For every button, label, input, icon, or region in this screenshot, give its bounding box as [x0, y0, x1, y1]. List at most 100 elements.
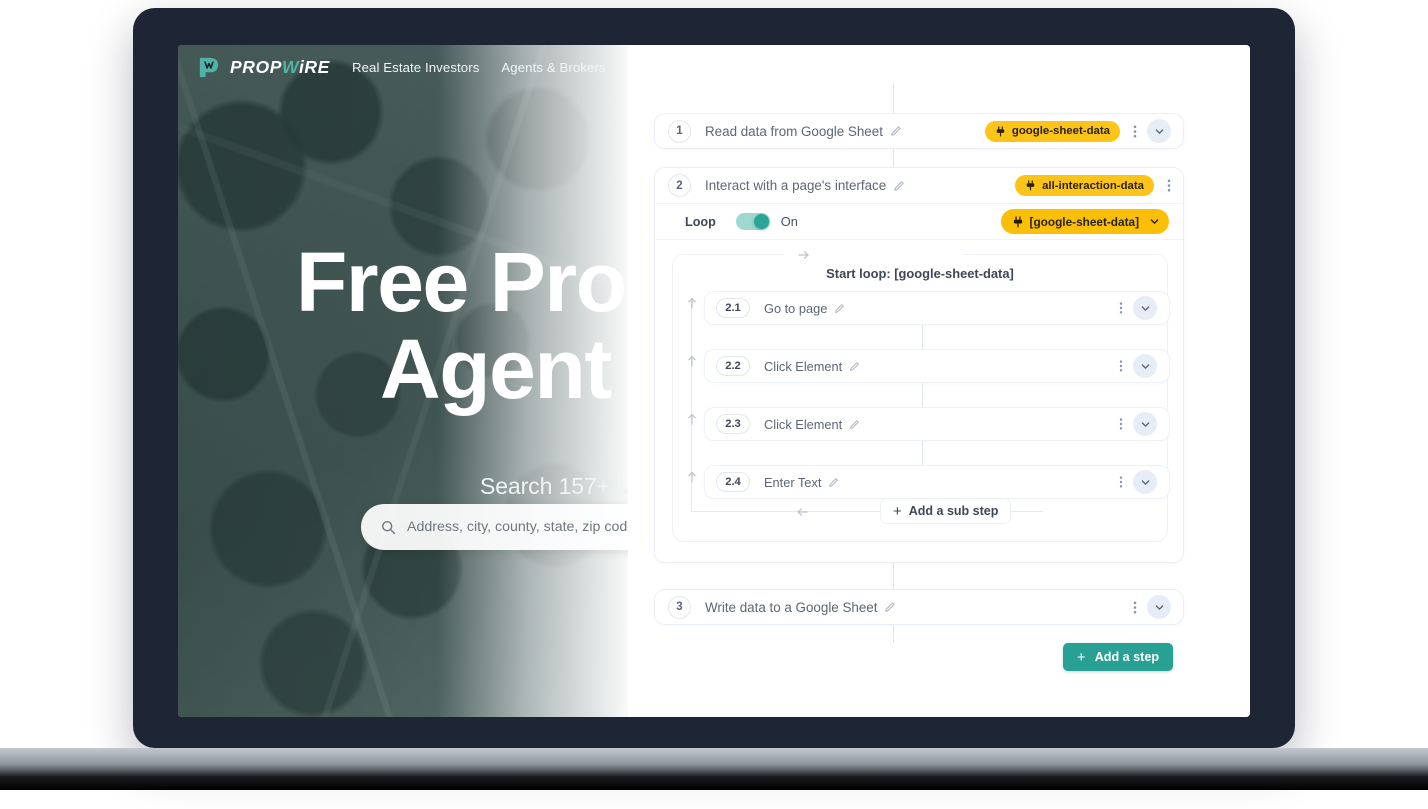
step-2-header[interactable]: 2 Interact with a page's interface all-i…	[655, 168, 1183, 204]
substep-expand-chevron-2-3[interactable]	[1133, 412, 1157, 436]
propwire-logo-icon	[199, 57, 219, 77]
logo-suffix: iRE	[298, 56, 330, 77]
move-up-arrow-icon[interactable]	[686, 354, 698, 368]
edit-pencil-icon[interactable]	[828, 477, 839, 488]
substep-number-2-3: 2.3	[716, 414, 750, 434]
step-card-2-group: 2 Interact with a page's interface all-i…	[654, 167, 1184, 563]
hero-heading-line1: Free Pro	[296, 235, 627, 329]
loop-control-bar: Loop On [google-sheet-data]	[655, 204, 1183, 240]
substep-connector-3	[922, 441, 923, 465]
add-step-label: Add a step	[1094, 650, 1160, 664]
substep-card-2-3[interactable]: 2.3 Click Element	[704, 407, 1170, 441]
substep-card-2-1[interactable]: 2.1 Go to page	[704, 291, 1170, 325]
step-menu-kebab-icon-1[interactable]	[1133, 124, 1137, 139]
step-number-1: 1	[668, 119, 691, 143]
site-navbar: PROPWiRE Real Estate Investors Agents & …	[178, 45, 628, 89]
substep-menu-kebab-icon-2-4[interactable]	[1119, 475, 1123, 489]
hero-search-bar[interactable]: Address, city, county, state, zip code, …	[361, 504, 628, 550]
substep-connector-1	[922, 325, 923, 349]
connector-1-2	[893, 149, 894, 167]
step-badge-label-2: all-interaction-data	[1042, 179, 1144, 192]
substep-number-2-4: 2.4	[716, 472, 750, 492]
substep-menu-kebab-icon-2-1[interactable]	[1119, 301, 1123, 315]
automation-step-list: 1 Read data from Google Sheet google-she…	[628, 45, 1250, 717]
step-expand-chevron-3[interactable]	[1147, 595, 1171, 619]
step-number-2: 2	[668, 174, 691, 197]
edit-pencil-icon[interactable]	[893, 180, 905, 192]
step-card-1[interactable]: 1 Read data from Google Sheet google-she…	[654, 113, 1184, 149]
substep-title-2-1: Go to page	[764, 300, 828, 316]
substep-number-2-2: 2.2	[716, 356, 750, 376]
substep-expand-chevron-2-4[interactable]	[1133, 470, 1157, 494]
propwire-logo[interactable]: PROPWiRE	[196, 55, 330, 80]
add-sub-step-button[interactable]: + Add a sub step	[880, 498, 1012, 524]
edit-pencil-icon[interactable]	[849, 419, 860, 430]
loop-entry-arrow-icon	[798, 251, 809, 259]
edit-pencil-icon[interactable]	[890, 125, 902, 137]
loop-state-label: On	[780, 214, 798, 229]
substep-title-2-2: Click Element	[764, 358, 843, 374]
logo-prefix: PROP	[230, 56, 282, 77]
substep-title-2-3: Click Element	[764, 416, 843, 432]
step-badge-label-1: google-sheet-data	[1011, 125, 1110, 137]
loop-return-arrow-icon	[797, 508, 808, 516]
step-title-3: Write data to a Google Sheet	[705, 599, 878, 615]
laptop-base-shadow	[0, 776, 1428, 790]
add-sub-step-label: Add a sub step	[908, 504, 999, 518]
substep-menu-kebab-icon-2-2[interactable]	[1119, 359, 1123, 373]
step-card-3[interactable]: 3 Write data to a Google Sheet	[654, 589, 1184, 625]
step-menu-kebab-icon-3[interactable]	[1133, 600, 1137, 615]
chevron-down-icon	[1150, 219, 1159, 224]
substep-menu-kebab-icon-2-3[interactable]	[1119, 417, 1123, 431]
plug-icon	[996, 125, 1005, 136]
chevron-down-icon	[1155, 128, 1163, 134]
logo-accent: W	[282, 56, 299, 77]
propwire-logo-text: PROPWiRE	[230, 57, 330, 78]
screenshot-root: PROPWiRE Real Estate Investors Agents & …	[0, 0, 1428, 809]
substep-card-2-2[interactable]: 2.2 Click Element	[704, 349, 1170, 383]
chevron-down-icon	[1141, 479, 1149, 485]
step-expand-chevron-1[interactable]	[1147, 119, 1171, 143]
chevron-down-icon	[1141, 421, 1149, 427]
step-menu-kebab-icon-2[interactable]	[1167, 178, 1171, 193]
connector-3-addstep	[893, 625, 894, 643]
edit-pencil-icon[interactable]	[849, 361, 860, 372]
substep-connector-2	[922, 383, 923, 407]
substep-card-2-4[interactable]: 2.4 Enter Text	[704, 465, 1170, 499]
edit-pencil-icon[interactable]	[884, 601, 896, 613]
hero-heading: Free Pro Agent	[296, 235, 628, 417]
connector-top	[893, 83, 894, 113]
step-title-2: Interact with a page's interface	[705, 178, 887, 193]
hero-subheading: Search 157+ M	[480, 473, 628, 499]
step-title-1: Read data from Google Sheet	[705, 123, 883, 139]
plug-icon	[1026, 180, 1035, 191]
step-badge-all-interaction-data[interactable]: all-interaction-data	[1015, 175, 1154, 196]
add-step-button[interactable]: + Add a step	[1063, 643, 1173, 671]
automation-panel: 1 Read data from Google Sheet google-she…	[628, 45, 1250, 717]
loop-title: Start loop: [google-sheet-data]	[826, 266, 1014, 281]
loop-toggle-switch[interactable]	[735, 213, 770, 230]
substep-number-2-1: 2.1	[716, 298, 750, 318]
plug-icon	[1013, 216, 1022, 227]
move-up-arrow-icon[interactable]	[686, 412, 698, 426]
nav-item-agents-brokers[interactable]: Agents & Brokers	[501, 60, 605, 75]
chevron-down-icon	[1155, 604, 1163, 610]
substep-title-2-4: Enter Text	[764, 474, 822, 490]
loop-container: Start loop: [google-sheet-data] 2.1 Go t…	[672, 251, 1170, 542]
search-icon	[381, 520, 396, 534]
hero-search-placeholder: Address, city, county, state, zip code, …	[407, 519, 628, 535]
loop-label: Loop	[685, 214, 716, 229]
nav-item-real-estate-investors[interactable]: Real Estate Investors	[352, 60, 479, 75]
substep-expand-chevron-2-1[interactable]	[1133, 296, 1157, 320]
loop-toggle-knob	[753, 214, 769, 229]
edit-pencil-icon[interactable]	[834, 303, 845, 314]
substep-expand-chevron-2-2[interactable]	[1133, 354, 1157, 378]
move-up-arrow-icon[interactable]	[686, 470, 698, 484]
hero-heading-line2: Agent	[380, 322, 612, 417]
loop-source-dropdown[interactable]: [google-sheet-data]	[1000, 209, 1169, 234]
plus-icon: +	[1076, 648, 1086, 666]
move-up-arrow-icon[interactable]	[686, 296, 698, 310]
step-number-3: 3	[668, 595, 691, 619]
step-badge-google-sheet-data[interactable]: google-sheet-data	[984, 120, 1120, 142]
loop-source-label: [google-sheet-data]	[1029, 214, 1139, 229]
